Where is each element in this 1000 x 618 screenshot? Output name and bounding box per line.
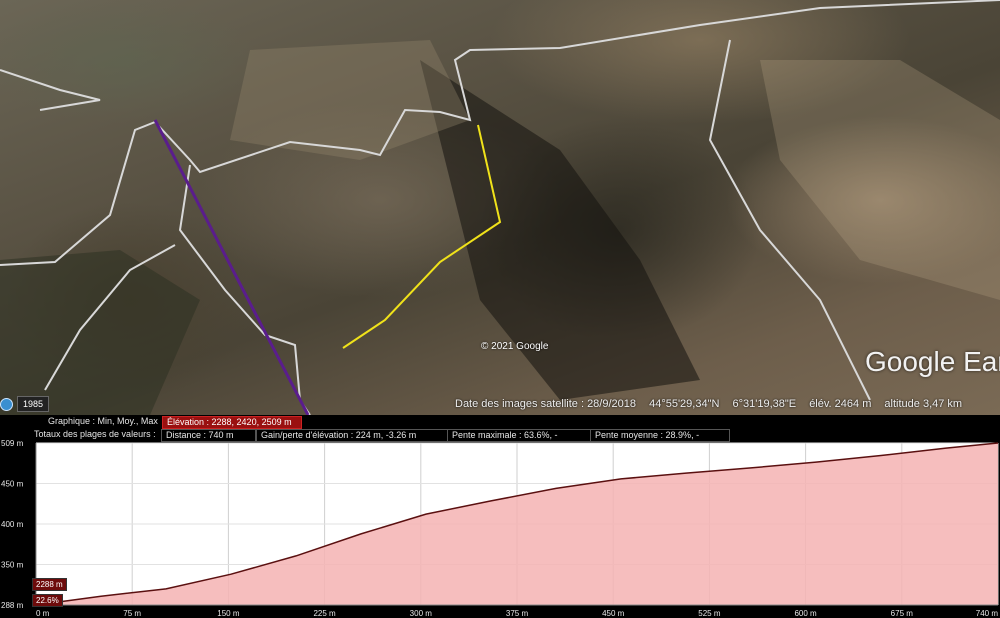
- map-overlay: [0, 0, 1000, 415]
- x-tick-label: 740 m: [976, 609, 999, 618]
- y-tick-label: 509 m: [1, 439, 24, 448]
- y-tick-label: 288 m: [1, 601, 24, 610]
- latitude: 44°55'29,34"N: [649, 398, 720, 410]
- x-tick-label: 375 m: [506, 609, 529, 618]
- map-copyright: © 2021 Google: [481, 341, 549, 352]
- elevation-profile-panel: Graphique : Min, Moy., Max Élévation : 2…: [0, 415, 1000, 618]
- x-tick-label: 0 m: [36, 609, 50, 618]
- satellite-map[interactable]: © 2021 Google Google Earth 1985 Date des…: [0, 0, 1000, 415]
- x-tick-label: 75 m: [123, 609, 141, 618]
- valley-light: [760, 60, 1000, 300]
- y-tick-label: 450 m: [1, 480, 24, 489]
- y-tick-label: 400 m: [1, 520, 24, 529]
- google-earth-logo: Google Earth: [865, 346, 1000, 377]
- x-tick-label: 675 m: [891, 609, 914, 618]
- x-tick-label: 150 m: [217, 609, 240, 618]
- trail-top: [0, 69, 101, 111]
- x-tick-label: 450 m: [602, 609, 625, 618]
- map-status-bar: Date des images satellite : 28/9/2018 44…: [455, 398, 972, 410]
- x-tick-label: 600 m: [794, 609, 817, 618]
- longitude: 6°31'19,38"E: [732, 398, 797, 410]
- trail-descent: [178, 164, 311, 415]
- x-tick-label: 225 m: [313, 609, 336, 618]
- x-tick-label: 300 m: [410, 609, 433, 618]
- eye-altitude: altitude 3,47 km: [884, 398, 963, 410]
- cable-line: [153, 119, 310, 415]
- ground-elevation: élév. 2464 m: [809, 398, 872, 410]
- current-slope-marker: 22.6%: [32, 594, 63, 607]
- historical-imagery-control[interactable]: 1985: [0, 396, 50, 412]
- y-tick-label: 350 m: [1, 561, 24, 570]
- forest-area: [0, 250, 200, 415]
- elevation-chart[interactable]: 0 m 75 m 150 m 225 m 300 m 375 m 450 m 525 m 600…: [0, 415, 1000, 618]
- current-elevation-marker: 2288 m: [32, 578, 67, 591]
- ridge-light: [230, 40, 470, 160]
- historical-year-badge[interactable]: 1985: [17, 396, 50, 412]
- clock-icon[interactable]: [0, 397, 13, 411]
- x-tick-label: 525 m: [698, 609, 721, 618]
- imagery-date: Date des images satellite : 28/9/2018: [455, 398, 637, 410]
